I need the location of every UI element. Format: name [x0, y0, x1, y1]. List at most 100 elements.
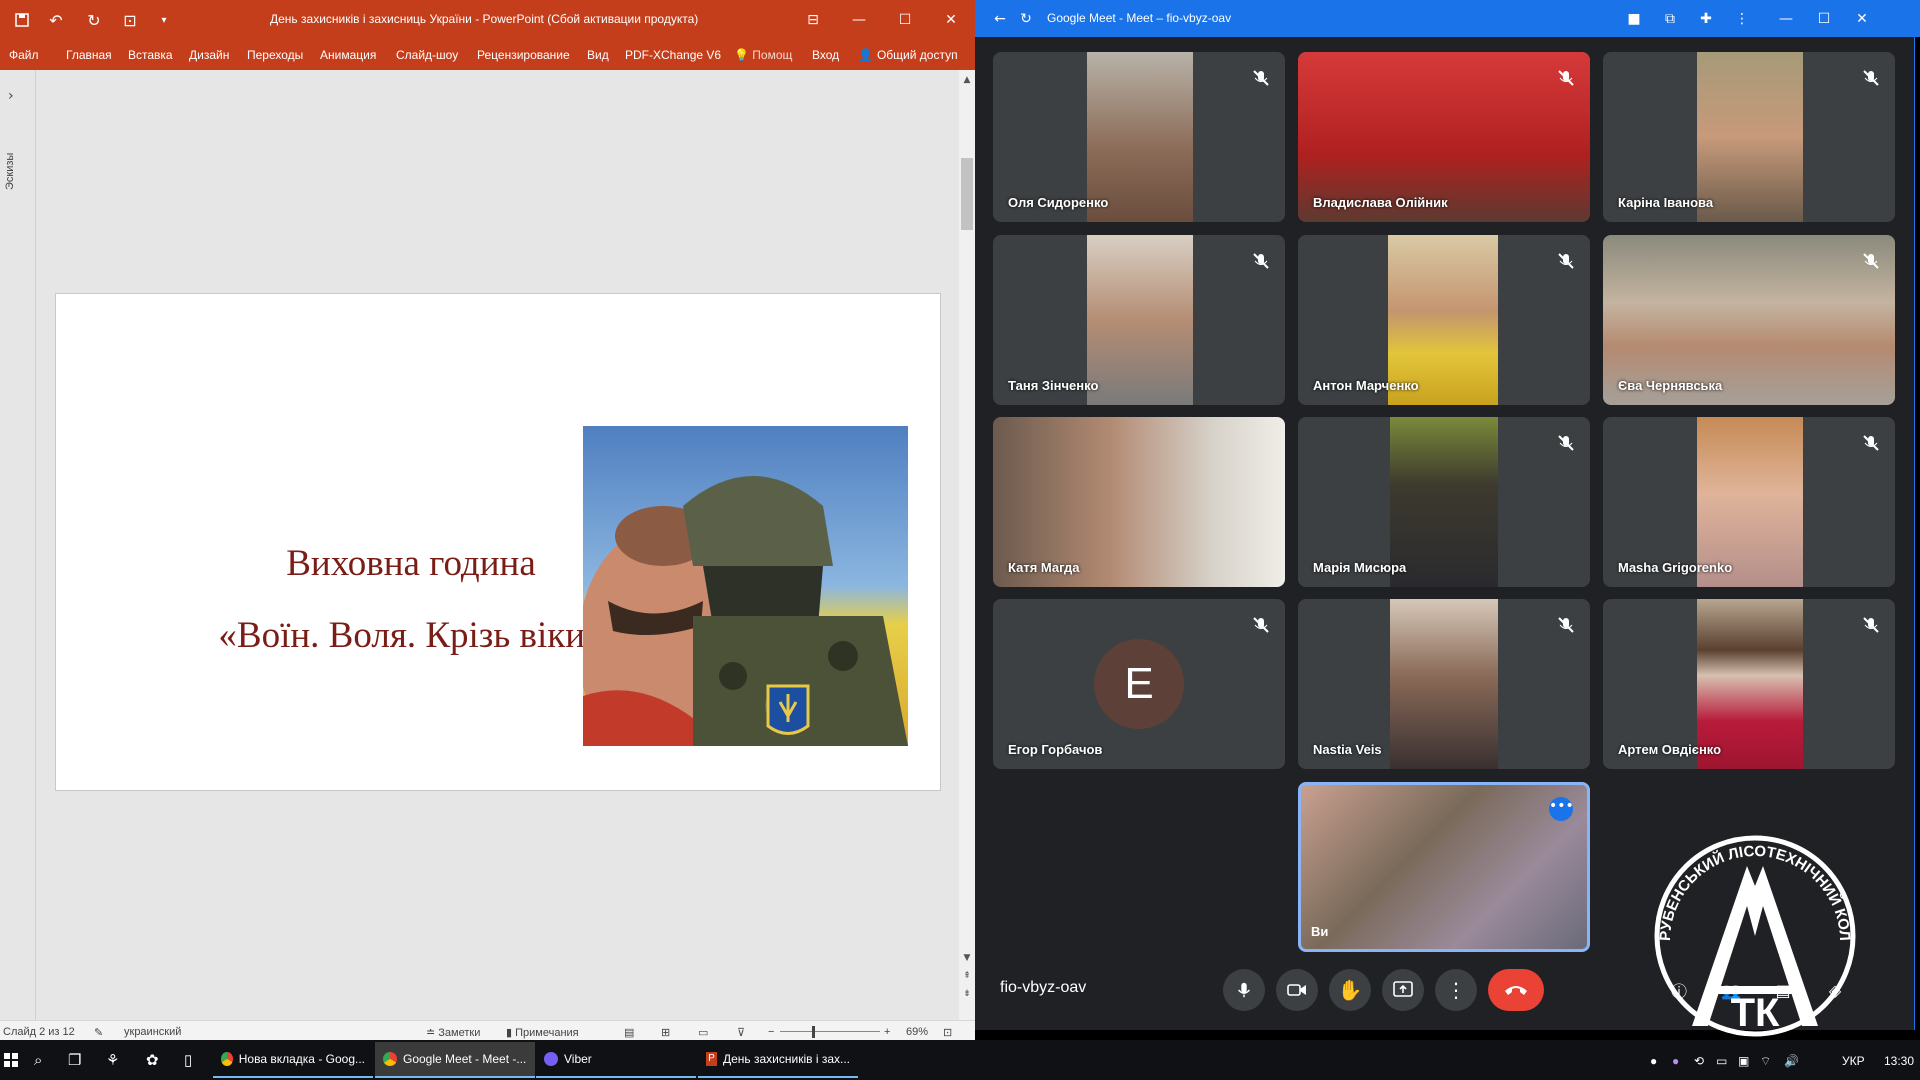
- slide-heading[interactable]: Виховна година: [176, 542, 646, 585]
- tab-file[interactable]: Файл: [9, 48, 39, 62]
- self-view-tile[interactable]: ••• Ви: [1298, 782, 1590, 952]
- scroll-thumb[interactable]: [961, 158, 973, 230]
- redo-icon[interactable]: ↻: [80, 8, 108, 32]
- participant-name: Таня Зінченко: [1008, 378, 1099, 393]
- viber-tray-icon[interactable]: ●: [1672, 1054, 1679, 1068]
- undo-icon[interactable]: ↶: [42, 8, 70, 32]
- maximize-icon[interactable]: ☐: [882, 0, 928, 40]
- reading-view-icon[interactable]: ▭: [698, 1026, 708, 1039]
- logo-letters: ТК: [1731, 991, 1780, 1035]
- zoom-level[interactable]: 69%: [906, 1026, 928, 1038]
- close-icon[interactable]: ✕: [928, 0, 974, 40]
- language-indicator[interactable]: УКР: [1842, 1054, 1865, 1068]
- pinned-app-icon[interactable]: ⚘: [106, 1040, 119, 1080]
- zoom-in-icon[interactable]: +: [884, 1026, 890, 1038]
- network-tray-icon[interactable]: ⟲: [1694, 1054, 1704, 1068]
- taskbar-google-meet[interactable]: Google Meet - Meet -...: [375, 1042, 535, 1078]
- camera-toggle-button[interactable]: [1276, 969, 1318, 1011]
- comments-button[interactable]: ▮ Примечания: [506, 1026, 579, 1039]
- notes-button[interactable]: ≐ Заметки: [426, 1026, 480, 1039]
- clock[interactable]: 13:30: [1884, 1054, 1914, 1068]
- back-arrow-icon[interactable]: ←: [989, 8, 1011, 30]
- participant-name: Егор Горбачов: [1008, 742, 1103, 757]
- extensions-icon[interactable]: ✚: [1695, 8, 1717, 30]
- share-button[interactable]: 👤 Общий доступ: [852, 44, 964, 66]
- customize-toolbar-icon[interactable]: ▾: [150, 8, 178, 32]
- tab-home[interactable]: Главная: [66, 48, 112, 62]
- save-icon[interactable]: [8, 8, 36, 32]
- previous-slide-icon[interactable]: ⇞: [959, 968, 975, 984]
- meet-maximize-icon[interactable]: ☐: [1813, 8, 1835, 30]
- zoom-slider[interactable]: [780, 1031, 880, 1032]
- tab-pdf-xchange[interactable]: PDF-XChange V6: [625, 48, 721, 62]
- slide-2[interactable]: Виховна година «Воїн. Воля. Крізь віки»: [55, 293, 941, 791]
- more-options-button[interactable]: ⋮: [1435, 969, 1477, 1011]
- mic-toggle-button[interactable]: [1223, 969, 1265, 1011]
- tile-more-options-icon[interactable]: •••: [1549, 797, 1574, 821]
- pinned-file-icon[interactable]: ▯: [184, 1040, 192, 1080]
- participant-tile[interactable]: Єва Чернявська: [1603, 235, 1895, 405]
- expand-thumbnails-icon[interactable]: ›: [8, 88, 14, 104]
- mic-muted-icon: [1253, 253, 1269, 269]
- meeting-code: fio-vbyz-oav: [1000, 979, 1087, 996]
- start-button[interactable]: [0, 1040, 22, 1080]
- taskbar-chrome-new-tab[interactable]: Нова вкладка - Goog...: [213, 1042, 373, 1078]
- pinned-game-icon[interactable]: ✿: [146, 1040, 159, 1080]
- participant-tile[interactable]: Антон Марченко: [1298, 235, 1590, 405]
- slideshow-view-icon[interactable]: ⊽: [737, 1026, 745, 1039]
- normal-view-icon[interactable]: ▤: [624, 1026, 634, 1039]
- tab-slideshow[interactable]: Слайд-шоу: [396, 48, 458, 62]
- tab-transitions[interactable]: Переходы: [247, 48, 303, 62]
- browser-menu-icon[interactable]: ⋮: [1731, 8, 1753, 30]
- taskbar-viber[interactable]: Viber: [536, 1042, 696, 1078]
- start-slideshow-icon[interactable]: ⊡: [116, 8, 144, 32]
- participant-tile[interactable]: Оля Сидоренко: [993, 52, 1285, 222]
- ribbon-display-icon[interactable]: ⊟: [790, 0, 836, 40]
- scroll-up-icon[interactable]: ▲: [959, 72, 975, 88]
- minimize-icon[interactable]: —: [836, 0, 882, 40]
- participant-tile[interactable]: Артем Овдієнко: [1603, 599, 1895, 769]
- cossack-soldier-illustration[interactable]: [583, 426, 908, 746]
- help-search[interactable]: 💡 Помощ: [734, 48, 792, 62]
- participant-tile[interactable]: Таня Зінченко: [993, 235, 1285, 405]
- chrome-tray-icon[interactable]: ●: [1650, 1054, 1657, 1068]
- reload-icon[interactable]: ↻: [1015, 8, 1037, 30]
- participant-tile[interactable]: Марія Мисюра: [1298, 417, 1590, 587]
- meet-close-icon[interactable]: ✕: [1851, 8, 1873, 30]
- notifications-tray-icon[interactable]: ▣: [1738, 1054, 1749, 1068]
- search-icon[interactable]: ⌕: [34, 1040, 42, 1080]
- tab-design[interactable]: Дизайн: [189, 48, 229, 62]
- vertical-scrollbar[interactable]: ▲ ▼ ⇞ ⇟: [959, 70, 975, 1028]
- participant-tile[interactable]: Каріна Іванова: [1603, 52, 1895, 222]
- next-slide-icon[interactable]: ⇟: [959, 986, 975, 1002]
- language-indicator[interactable]: украинский: [124, 1026, 181, 1038]
- participant-tile[interactable]: Masha Grigorenko: [1603, 417, 1895, 587]
- scroll-down-icon[interactable]: ▼: [959, 950, 975, 966]
- fit-to-window-icon[interactable]: ⊡: [943, 1026, 952, 1039]
- task-view-icon[interactable]: ❐: [68, 1040, 81, 1080]
- spellcheck-icon[interactable]: ✎: [94, 1026, 103, 1039]
- zoom-slider-handle[interactable]: [812, 1026, 815, 1038]
- volume-tray-icon[interactable]: 🔊: [1784, 1054, 1799, 1068]
- translate-icon[interactable]: ⧉: [1659, 8, 1681, 30]
- participant-tile[interactable]: Катя Магда: [993, 417, 1285, 587]
- tab-review[interactable]: Рецензирование: [477, 48, 570, 62]
- battery-tray-icon[interactable]: ▭: [1716, 1054, 1727, 1068]
- taskbar-powerpoint[interactable]: P День захисників і зах...: [698, 1042, 858, 1078]
- signin-link[interactable]: Вход: [812, 48, 839, 62]
- slide-sorter-icon[interactable]: ⊞: [661, 1026, 670, 1039]
- leave-call-button[interactable]: [1488, 969, 1544, 1011]
- tab-view[interactable]: Вид: [587, 48, 609, 62]
- meet-minimize-icon[interactable]: —: [1775, 8, 1797, 30]
- participant-tile[interactable]: Nastia Veis: [1298, 599, 1590, 769]
- camera-status-icon[interactable]: ■: [1623, 8, 1645, 30]
- tab-insert[interactable]: Вставка: [128, 48, 173, 62]
- wifi-tray-icon[interactable]: ⌔: [1760, 1054, 1771, 1069]
- present-screen-button[interactable]: [1382, 969, 1424, 1011]
- slide-counter: Слайд 2 из 12: [3, 1026, 75, 1038]
- zoom-out-icon[interactable]: −: [768, 1026, 774, 1038]
- raise-hand-button[interactable]: ✋: [1329, 969, 1371, 1011]
- participant-tile[interactable]: Владислава Олійник: [1298, 52, 1590, 222]
- participant-tile[interactable]: Е Егор Горбачов: [993, 599, 1285, 769]
- tab-animation[interactable]: Анимация: [320, 48, 376, 62]
